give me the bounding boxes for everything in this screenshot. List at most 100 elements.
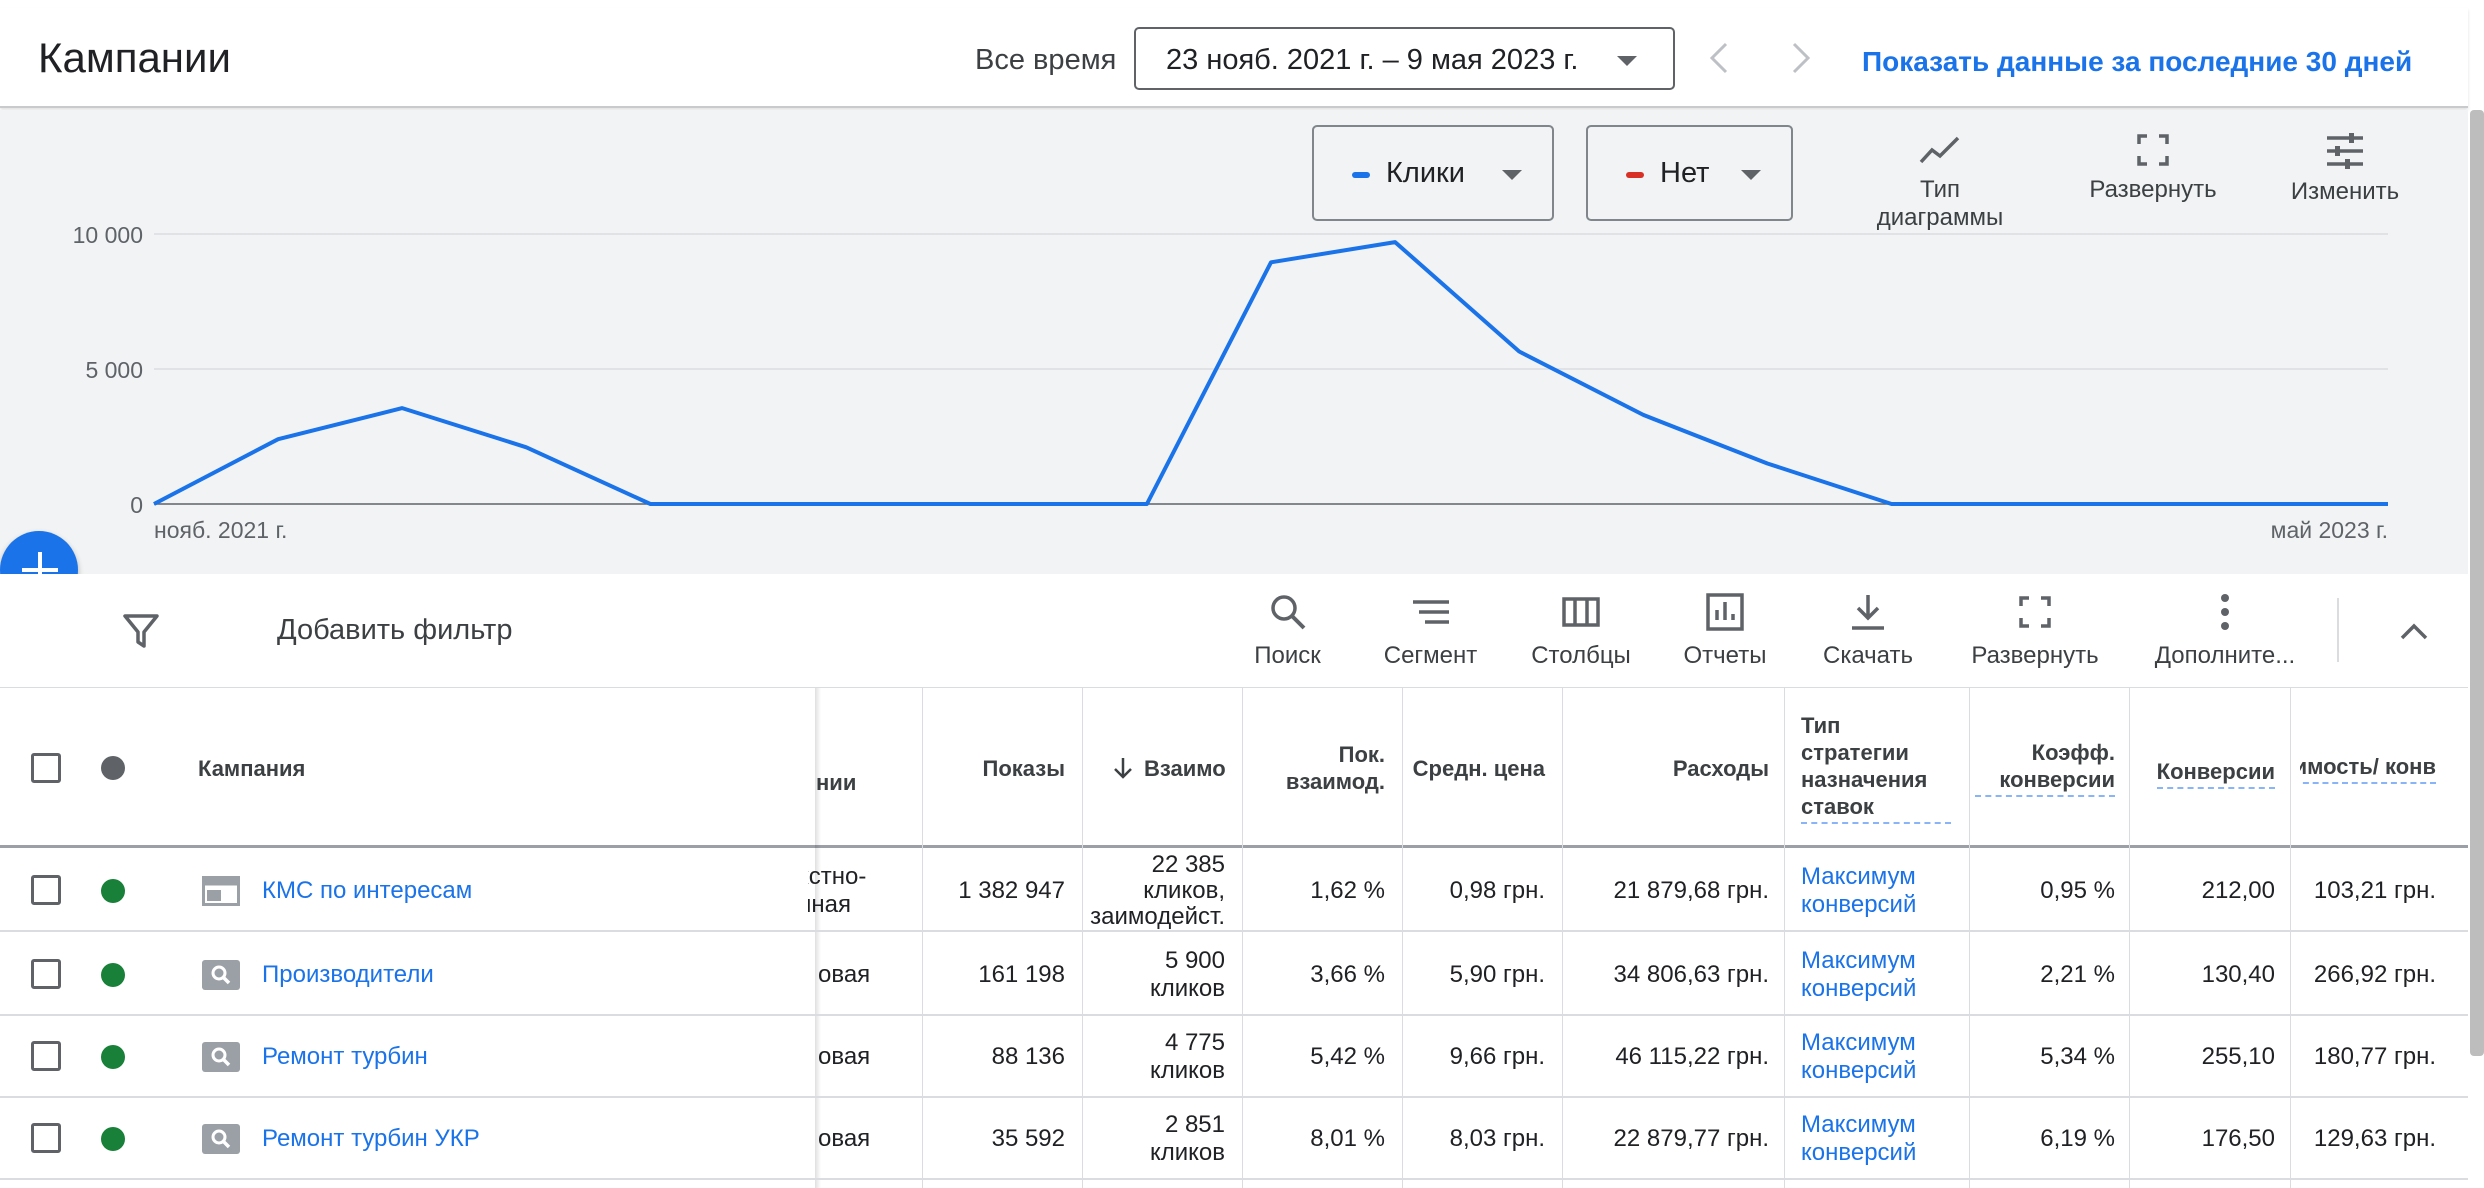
search-button[interactable]: Поиск <box>1245 592 1330 670</box>
header-conv-rate[interactable]: Коэфф. конверсии <box>1975 688 2115 848</box>
columns-button[interactable]: Столбцы <box>1524 592 1638 670</box>
y-tick-label: 0 <box>130 492 143 518</box>
conv-rate-cell: 5,34 % <box>2040 1043 2115 1070</box>
campaign-type-cell: овая <box>818 1125 871 1152</box>
bid-strategy-link[interactable]: Максимум конверсий <box>1801 1016 1961 1098</box>
arrow-down-icon <box>1114 758 1132 779</box>
metric-selector-second[interactable]: Нет <box>1586 125 1793 221</box>
row-checkbox[interactable] <box>31 1123 61 1153</box>
search-icon <box>1270 595 1305 630</box>
reports-label: Отчеты <box>1683 642 1767 669</box>
interactions-cell: 5 900 кликов <box>1149 947 1225 1002</box>
table-row[interactable]: КМС по интересам кстно- иная 1 382 947 2… <box>0 850 2468 932</box>
header-campaign[interactable]: Кампания <box>198 688 305 848</box>
show-last-30-days-link[interactable]: Показать данные за последние 30 дней <box>1862 46 2412 78</box>
cost-cell: 34 806,63 грн. <box>1613 961 1769 988</box>
table-row[interactable]: Ремонт турбин овая 88 136 4 775 кликов 5,… <box>0 1016 2468 1098</box>
table-row[interactable]: Производители овая 161 198 5 900 кликов 3… <box>0 934 2468 1016</box>
avg-cost-cell: 0,98 грн. <box>1449 877 1545 904</box>
segment-label: Сегмент <box>1383 642 1478 669</box>
x-tick-label: май 2023 г. <box>2271 517 2388 543</box>
add-filter-button[interactable]: Добавить фильтр <box>277 614 512 647</box>
chart-type-label: Тип диаграммы <box>1876 176 2004 231</box>
fullscreen-icon <box>2137 134 2169 166</box>
expand-chart-button[interactable]: Развернуть <box>2078 132 2228 204</box>
metric-label: Клики <box>1386 157 1465 189</box>
date-range-value: 23 нояб. 2021 г. – 9 мая 2023 г. <box>1166 44 1579 76</box>
conv-rate-cell: 6,19 % <box>2040 1125 2115 1152</box>
expand-label: Развернуть <box>2089 176 2217 203</box>
interactions-cell: 4 775 кликов <box>1149 1029 1225 1084</box>
impressions-cell: 88 136 <box>991 1043 1065 1070</box>
search-campaign-icon <box>202 1124 240 1154</box>
toolbar-divider <box>2337 598 2339 662</box>
select-all-checkbox[interactable] <box>31 753 61 783</box>
line-chart-icon <box>1919 136 1960 164</box>
bid-strategy-link[interactable]: Максимум конверсий <box>1801 934 1961 1016</box>
avg-cost-cell: 5,90 грн. <box>1449 961 1545 988</box>
expand-table-button[interactable]: Развернуть <box>1960 592 2110 670</box>
conv-rate-cell: 0,95 % <box>2040 877 2115 904</box>
date-range-select[interactable]: 23 нояб. 2021 г. – 9 мая 2023 г. <box>1134 27 1675 90</box>
header-campaign-type[interactable]: нии <box>816 688 926 848</box>
metric-selector-clicks[interactable]: Клики <box>1312 125 1554 221</box>
download-label: Скачать <box>1823 642 1913 669</box>
header-avg-cost[interactable]: Средн. цена <box>1405 688 1545 848</box>
chevron-left-icon[interactable] <box>1700 38 1740 78</box>
cost-per-conv-cell: 103,21 грн. <box>2313 877 2436 904</box>
campaigns-table: Кампания нии Показы Взаимо Пок. взаимод.… <box>0 688 2468 1188</box>
campaign-name-link[interactable]: Ремонт турбин <box>262 1016 428 1098</box>
bar-chart-icon <box>1706 593 1744 631</box>
header-conversions[interactable]: Конверсии <box>2135 688 2275 848</box>
header-impressions[interactable]: Показы <box>924 688 1066 848</box>
conversions-cell: 212,00 <box>2201 877 2275 904</box>
campaign-type-cell: овая <box>818 961 871 988</box>
conversions-cell: 176,50 <box>2201 1125 2275 1152</box>
campaign-name-link[interactable]: Производители <box>262 934 434 1016</box>
header-cost[interactable]: Расходы <box>1565 688 1769 848</box>
campaign-name-link[interactable]: Ремонт турбин УКР <box>262 1098 480 1180</box>
campaign-name-link[interactable]: КМС по интересам <box>262 850 472 932</box>
segment-button[interactable]: Сегмент <box>1378 592 1483 670</box>
header-interactions[interactable]: Взаимо <box>1110 688 1242 848</box>
table-row[interactable]: Ремонт турбин УКР овая 35 592 2 851 клико… <box>0 1098 2468 1180</box>
edit-chart-button[interactable]: Изменить <box>2270 132 2420 206</box>
table-header: Кампания нии Показы Взаимо Пок. взаимод.… <box>0 688 2468 848</box>
row-checkbox[interactable] <box>31 1041 61 1071</box>
header-bid-strategy[interactable]: Тип стратегии назначения ставок <box>1801 688 1951 848</box>
display-campaign-icon <box>202 876 240 906</box>
chevron-right-icon[interactable] <box>1780 38 1820 78</box>
status-enabled-dot[interactable] <box>101 963 125 987</box>
download-button[interactable]: Скачать <box>1815 592 1921 670</box>
page-scrollbar[interactable] <box>2470 110 2484 1056</box>
bid-strategy-link[interactable]: Максимум конверсий <box>1801 1098 1961 1180</box>
header-conversions-label: Конверсии <box>2156 758 2275 789</box>
chart-type-button[interactable]: Тип диаграммы <box>1860 132 2020 232</box>
series-color-dot <box>1352 172 1370 178</box>
chevron-up-icon[interactable] <box>2394 618 2434 646</box>
header-interaction-rate[interactable]: Пок. взаимод. <box>1245 688 1385 848</box>
more-button[interactable]: Дополните... <box>2150 592 2300 670</box>
expand-label: Развернуть <box>1971 642 2099 669</box>
header-interactions-label: Взаимо <box>1144 755 1226 781</box>
x-tick-label: нояб. 2021 г. <box>154 517 287 543</box>
row-checkbox[interactable] <box>31 875 61 905</box>
cost-per-conv-cell: 180,77 грн. <box>2313 1043 2436 1070</box>
filter-icon[interactable] <box>122 612 160 650</box>
bid-strategy-link[interactable]: Максимум конверсий <box>1801 850 1961 932</box>
status-enabled-dot[interactable] <box>101 1045 125 1069</box>
impressions-cell: 161 198 <box>978 961 1065 988</box>
reports-button[interactable]: Отчеты <box>1678 592 1772 670</box>
interactions-cell: 22 385 кликов, заимодейст. <box>1090 851 1225 930</box>
segment-icon <box>1412 600 1449 624</box>
campaign-type-cell: кстно- иная <box>808 863 867 918</box>
header-cost-per-conv[interactable]: Стоимость/ конв <box>2300 688 2436 848</box>
search-campaign-icon <box>202 1042 240 1072</box>
row-checkbox[interactable] <box>31 959 61 989</box>
status-enabled-dot[interactable] <box>101 1127 125 1151</box>
interactions-cell: 2 851 кликов <box>1149 1111 1225 1166</box>
performance-chart-panel: 10 000 5 000 0 нояб. 2021 г. май 2023 г. Кли… <box>0 110 2468 574</box>
search-campaign-icon <box>202 960 240 990</box>
columns-icon <box>1562 597 1600 627</box>
status-enabled-dot[interactable] <box>101 879 125 903</box>
